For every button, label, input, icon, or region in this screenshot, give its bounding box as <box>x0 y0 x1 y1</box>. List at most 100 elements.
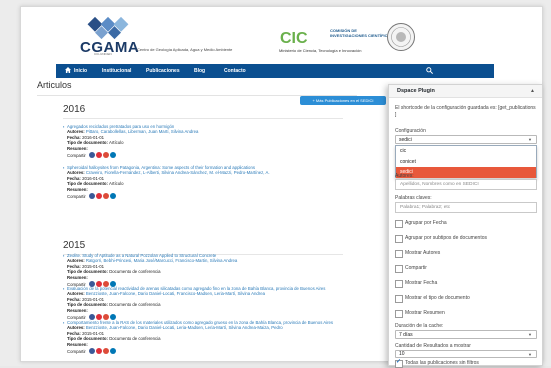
google-plus-icon[interactable] <box>102 348 109 354</box>
dspace-plugin-panel: Dspace Plugin ▲ El shortcode de la confi… <box>388 84 543 368</box>
summary-label: Resumen: <box>67 274 88 280</box>
more-publications-button[interactable]: + Más Publicaciones en el SEDICI <box>300 96 386 105</box>
authors-value[interactable]: Benzzioste, Juan-Falcone, Dario Daniel-L… <box>86 291 265 296</box>
site-header: CGAMA CIC-UNICEN Centro de Geología Apli… <box>21 7 542 59</box>
cic-name-line-2: INVESTIGACIONES CIENTÍFICAS <box>330 33 394 38</box>
checkbox-show-date[interactable]: Mostrar Fecha <box>395 280 538 288</box>
config-select[interactable]: sedici ▼ <box>395 135 537 144</box>
keywords-input[interactable]: Palabra1; Palabra2; etc <box>395 202 537 213</box>
checkmark-icon: ✓ <box>396 359 402 365</box>
page-title: Articulos <box>37 80 72 90</box>
main-nav: Inicio Institucional Publicaciones Blog … <box>56 64 494 78</box>
nav-item-publicaciones[interactable]: Publicaciones <box>146 68 180 74</box>
date-label: Fecha: <box>67 175 81 181</box>
summary-label: Resumen: <box>67 341 88 347</box>
authors-input[interactable]: Apellidos, Nombres como en SEDICI <box>395 179 537 190</box>
linkedin-icon[interactable] <box>109 152 116 158</box>
checkbox-show-summary[interactable]: Mostrar Resumen <box>395 310 538 318</box>
checkbox-show-authors[interactable]: Mostrar Autores <box>395 250 538 258</box>
shortcode-description: El shortcode de la configuración guardad… <box>395 105 536 118</box>
summary-label: Resumen: <box>67 186 88 192</box>
nav-item-blog[interactable]: Blog <box>194 68 205 74</box>
facebook-icon[interactable] <box>88 348 95 354</box>
count-select-value: 10 <box>399 351 405 357</box>
authors-label: Autores: <box>67 170 85 175</box>
cache-select-value: 7 días <box>399 332 413 338</box>
twitter-icon[interactable] <box>95 193 102 199</box>
date-label: Fecha: <box>67 330 81 336</box>
authors-label: Autores: <box>67 258 85 263</box>
publication-title[interactable]: Comportamiento frente a la RAS de los ma… <box>63 320 353 325</box>
authors-value[interactable]: Ratgorri, Bebhi-Princesi, Maria José/Mar… <box>86 258 237 263</box>
share-row: Compartir <box>63 192 353 200</box>
date-value: 2016-01-01 <box>82 134 105 140</box>
date-label: Fecha: <box>67 296 81 302</box>
authors-label: Autores: <box>67 129 85 134</box>
chevron-down-icon: ▼ <box>528 352 532 357</box>
nav-item-contacto[interactable]: Contacto <box>224 68 246 74</box>
chevron-down-icon: ▼ <box>528 332 532 337</box>
date-value: 2015-01-01 <box>82 263 105 269</box>
cache-select[interactable]: 7 días ▼ <box>395 330 537 339</box>
home-icon[interactable] <box>65 67 71 73</box>
authors-label: Autores: <box>67 325 85 330</box>
publication-title[interactable]: Evaluación de la potencial reactividad d… <box>63 286 353 291</box>
linkedin-icon[interactable] <box>109 193 116 199</box>
twitter-icon[interactable] <box>95 348 102 354</box>
count-select[interactable]: 10 ▼ <box>395 350 537 358</box>
search-icon[interactable] <box>426 67 433 74</box>
nav-item-institucional[interactable]: Institucional <box>102 68 131 74</box>
checkbox-show-doctype[interactable]: Mostrar el tipo de documento <box>395 295 538 303</box>
publication-item: Comportamiento frente a la RAS de los ma… <box>63 320 353 355</box>
checkbox-share[interactable]: Compartir <box>395 265 538 273</box>
config-label: Configuración <box>395 128 426 134</box>
linkedin-icon[interactable] <box>109 348 116 354</box>
google-plus-icon[interactable] <box>102 193 109 199</box>
facebook-icon[interactable] <box>88 193 95 199</box>
publication-title[interactable]: Agregados reciclados pretratados para us… <box>63 124 353 129</box>
keywords-label: Palabras claves: <box>395 195 432 201</box>
cic-name: COMISIÓN DE INVESTIGACIONES CIENTÍFICAS <box>330 28 393 38</box>
summary-label: Resumen: <box>67 145 88 151</box>
share-label: Compartir <box>67 314 86 320</box>
doctype-label: Tipo de documento: <box>67 336 108 341</box>
screenshot-page: CGAMA CIC-UNICEN Centro de Geología Apli… <box>0 0 551 368</box>
facebook-icon[interactable] <box>88 152 95 158</box>
cgama-logo-icon[interactable] <box>86 15 130 41</box>
authors-value[interactable]: Pittaro, Carabollellas, Liberman, Juan M… <box>86 129 199 134</box>
checkbox-group-by-date[interactable]: Agrupar por Fecha <box>395 220 538 228</box>
cic-logo-icon[interactable]: CIC <box>279 27 327 47</box>
publication-title[interactable]: Spheroidal halloysites from Patagonia, A… <box>63 165 353 170</box>
doctype-value: Documento de conferencia <box>109 336 161 341</box>
summary-label: Resumen: <box>67 307 88 313</box>
count-label: Cantidad de Resultados a mostrar <box>395 343 471 349</box>
publication-item: Evaluación de la potencial reactividad d… <box>63 286 353 321</box>
nav-item-inicio[interactable]: Inicio <box>74 68 87 74</box>
share-label: Compartir <box>67 152 86 158</box>
checkbox-all-label: Todas las publicaciones sin filtros <box>405 360 479 366</box>
publication-item: Zeolite. Study of Aptitude as a Natural … <box>63 253 353 288</box>
authors-value[interactable]: Benzzioste, Juan-Falcone, Dario Daniel-L… <box>86 325 283 330</box>
doctype-value: Documento de conferencia <box>109 269 161 274</box>
dropdown-option-conicet[interactable]: conicet <box>396 157 536 168</box>
checkbox-group-by-subtype[interactable]: Agrupar por subtipos de documentos <box>395 235 538 243</box>
ministry-name: Ministerio de Ciencia, Tecnología e Inno… <box>279 48 362 53</box>
doctype-value: Artículo <box>108 181 124 186</box>
authors-value[interactable]: Craveiro, Fiorella-Fernández, L-Alberti,… <box>86 170 270 175</box>
year-divider <box>63 118 343 119</box>
doctype-label: Tipo de documento: <box>67 181 108 186</box>
config-select-value: sedici <box>399 137 412 143</box>
panel-header[interactable]: Dspace Plugin ▲ <box>389 85 542 98</box>
google-plus-icon[interactable] <box>102 152 109 158</box>
collapse-icon[interactable]: ▲ <box>530 88 535 94</box>
cache-label: Duración de la cache: <box>395 323 444 329</box>
chevron-down-icon: ▼ <box>528 137 532 142</box>
publication-title[interactable]: Zeolite. Study of Aptitude as a Natural … <box>63 253 353 258</box>
date-value: 2015-01-01 <box>82 296 105 302</box>
logo-subtitle: CIC-UNICEN <box>94 52 112 56</box>
twitter-icon[interactable] <box>95 152 102 158</box>
publication-item: Agregados reciclados pretratados para us… <box>63 124 353 159</box>
dropdown-option-cic[interactable]: cic <box>396 146 536 157</box>
doctype-label: Tipo de documento: <box>67 269 108 274</box>
date-value: 2016-01-01 <box>82 175 105 181</box>
